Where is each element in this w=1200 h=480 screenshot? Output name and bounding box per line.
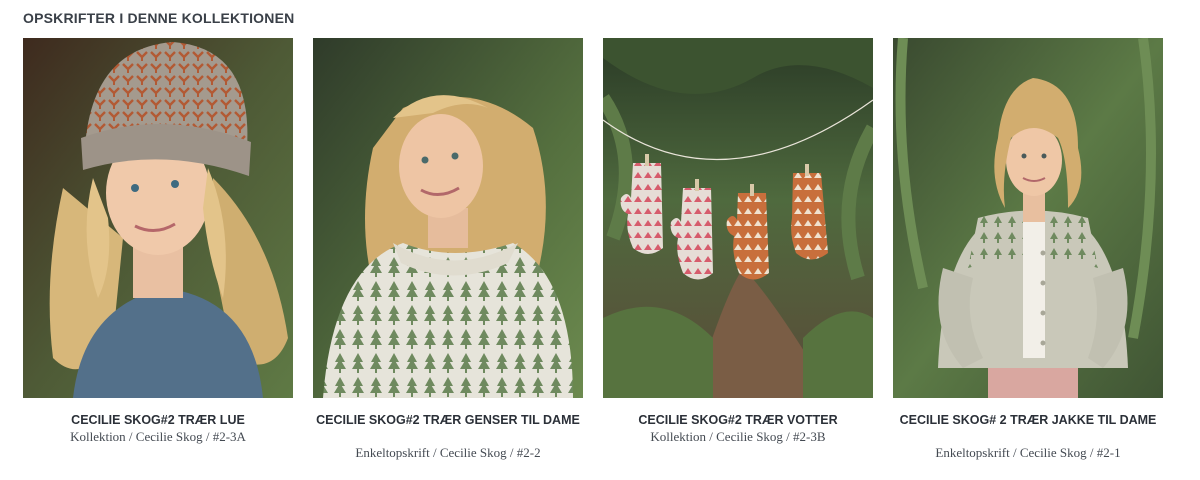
pattern-card-genser[interactable]: CECILIE SKOG#2 TRÆR GENSER TIL DAME Enke… xyxy=(313,38,583,478)
pattern-meta-lue: Kollektion / Cecilie Skog / #2-3A xyxy=(70,429,246,444)
pattern-image-lue[interactable] xyxy=(23,38,293,398)
hanging-mittens-photo xyxy=(603,38,873,398)
pattern-meta-genser: Enkeltopskrift / Cecilie Skog / #2-2 xyxy=(355,445,541,460)
pattern-image-jakke[interactable] xyxy=(893,38,1163,398)
pattern-meta-votter: Kollektion / Cecilie Skog / #2-3B xyxy=(650,429,826,444)
pattern-title-lue[interactable]: CECILIE SKOG#2 TRÆR LUE xyxy=(23,412,293,428)
woman-knitted-cardigan-photo xyxy=(893,38,1163,398)
pattern-card-votter[interactable]: CECILIE SKOG#2 TRÆR VOTTER Kollektion / … xyxy=(603,38,873,478)
woman-knitted-hat-photo xyxy=(23,38,293,398)
pattern-card-lue[interactable]: CECILIE SKOG#2 TRÆR LUE Kollektion / Cec… xyxy=(23,38,293,478)
section-title: OPSKRIFTER I DENNE KOLLEKTIONEN xyxy=(23,10,295,26)
pattern-title-genser[interactable]: CECILIE SKOG#2 TRÆR GENSER TIL DAME xyxy=(313,412,583,428)
pattern-grid: CECILIE SKOG#2 TRÆR LUE Kollektion / Cec… xyxy=(23,38,1164,478)
pattern-title-jakke[interactable]: CECILIE SKOG# 2 TRÆR JAKKE TIL DAME xyxy=(893,412,1163,428)
woman-knitted-sweater-photo xyxy=(313,38,583,398)
pattern-meta-jakke: Enkeltopskrift / Cecilie Skog / #2-1 xyxy=(935,445,1121,460)
pattern-title-votter[interactable]: CECILIE SKOG#2 TRÆR VOTTER xyxy=(603,412,873,428)
pattern-image-genser[interactable] xyxy=(313,38,583,398)
pattern-image-votter[interactable] xyxy=(603,38,873,398)
pattern-card-jakke[interactable]: CECILIE SKOG# 2 TRÆR JAKKE TIL DAME Enke… xyxy=(893,38,1163,478)
